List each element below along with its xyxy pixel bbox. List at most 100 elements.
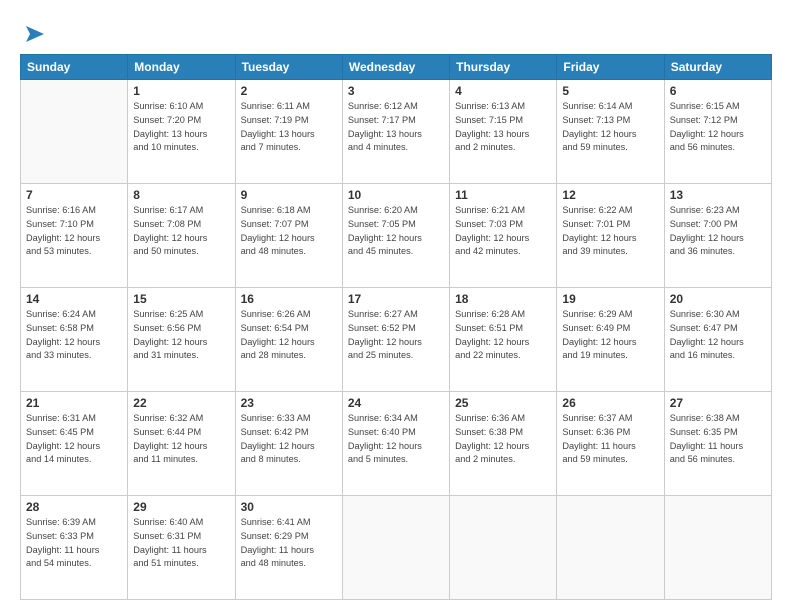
calendar-cell: 3 Sunrise: 6:12 AMSunset: 7:17 PMDaylight… <box>342 80 449 184</box>
calendar-cell <box>21 80 128 184</box>
day-number: 21 <box>26 396 122 410</box>
day-number: 24 <box>348 396 444 410</box>
calendar-cell: 7 Sunrise: 6:16 AMSunset: 7:10 PMDaylight… <box>21 184 128 288</box>
day-number: 16 <box>241 292 337 306</box>
calendar-week-row: 1 Sunrise: 6:10 AMSunset: 7:20 PMDaylight… <box>21 80 772 184</box>
calendar-cell: 11 Sunrise: 6:21 AMSunset: 7:03 PMDayligh… <box>450 184 557 288</box>
day-info: Sunrise: 6:26 AMSunset: 6:54 PMDaylight:… <box>241 308 337 363</box>
day-number: 7 <box>26 188 122 202</box>
calendar-cell: 18 Sunrise: 6:28 AMSunset: 6:51 PMDayligh… <box>450 288 557 392</box>
day-info: Sunrise: 6:13 AMSunset: 7:15 PMDaylight:… <box>455 100 551 155</box>
day-number: 26 <box>562 396 658 410</box>
calendar-cell: 8 Sunrise: 6:17 AMSunset: 7:08 PMDaylight… <box>128 184 235 288</box>
day-number: 29 <box>133 500 229 514</box>
day-info: Sunrise: 6:20 AMSunset: 7:05 PMDaylight:… <box>348 204 444 259</box>
calendar-cell <box>664 496 771 600</box>
calendar-cell: 1 Sunrise: 6:10 AMSunset: 7:20 PMDaylight… <box>128 80 235 184</box>
day-info: Sunrise: 6:10 AMSunset: 7:20 PMDaylight:… <box>133 100 229 155</box>
day-number: 25 <box>455 396 551 410</box>
day-info: Sunrise: 6:25 AMSunset: 6:56 PMDaylight:… <box>133 308 229 363</box>
day-info: Sunrise: 6:22 AMSunset: 7:01 PMDaylight:… <box>562 204 658 259</box>
day-number: 1 <box>133 84 229 98</box>
calendar-cell: 22 Sunrise: 6:32 AMSunset: 6:44 PMDayligh… <box>128 392 235 496</box>
weekday-header: Sunday <box>21 55 128 80</box>
day-number: 23 <box>241 396 337 410</box>
day-number: 13 <box>670 188 766 202</box>
day-number: 11 <box>455 188 551 202</box>
calendar-cell: 17Sunrise: 6:27 AMSunset: 6:52 PMDayligh… <box>342 288 449 392</box>
calendar-cell: 30 Sunrise: 6:41 AMSunset: 6:29 PMDayligh… <box>235 496 342 600</box>
calendar-cell: 21 Sunrise: 6:31 AMSunset: 6:45 PMDayligh… <box>21 392 128 496</box>
day-info: Sunrise: 6:15 AMSunset: 7:12 PMDaylight:… <box>670 100 766 155</box>
weekday-header: Wednesday <box>342 55 449 80</box>
day-number: 6 <box>670 84 766 98</box>
weekday-header: Tuesday <box>235 55 342 80</box>
day-info: Sunrise: 6:32 AMSunset: 6:44 PMDaylight:… <box>133 412 229 467</box>
calendar-week-row: 14Sunrise: 6:24 AMSunset: 6:58 PMDayligh… <box>21 288 772 392</box>
calendar-page: SundayMondayTuesdayWednesdayThursdayFrid… <box>0 0 792 612</box>
day-info: Sunrise: 6:28 AMSunset: 6:51 PMDaylight:… <box>455 308 551 363</box>
calendar-cell: 6 Sunrise: 6:15 AMSunset: 7:12 PMDaylight… <box>664 80 771 184</box>
day-info: Sunrise: 6:30 AMSunset: 6:47 PMDaylight:… <box>670 308 766 363</box>
day-info: Sunrise: 6:37 AMSunset: 6:36 PMDaylight:… <box>562 412 658 467</box>
day-info: Sunrise: 6:18 AMSunset: 7:07 PMDaylight:… <box>241 204 337 259</box>
day-number: 28 <box>26 500 122 514</box>
calendar-cell: 10 Sunrise: 6:20 AMSunset: 7:05 PMDayligh… <box>342 184 449 288</box>
weekday-header: Thursday <box>450 55 557 80</box>
day-info: Sunrise: 6:36 AMSunset: 6:38 PMDaylight:… <box>455 412 551 467</box>
calendar-header-row: SundayMondayTuesdayWednesdayThursdayFrid… <box>21 55 772 80</box>
calendar-cell: 29Sunrise: 6:40 AMSunset: 6:31 PMDayligh… <box>128 496 235 600</box>
calendar-cell: 20 Sunrise: 6:30 AMSunset: 6:47 PMDayligh… <box>664 288 771 392</box>
day-number: 12 <box>562 188 658 202</box>
calendar-cell: 15Sunrise: 6:25 AMSunset: 6:56 PMDayligh… <box>128 288 235 392</box>
calendar-cell: 26 Sunrise: 6:37 AMSunset: 6:36 PMDayligh… <box>557 392 664 496</box>
day-number: 10 <box>348 188 444 202</box>
calendar-cell <box>557 496 664 600</box>
day-info: Sunrise: 6:38 AMSunset: 6:35 PMDaylight:… <box>670 412 766 467</box>
calendar-cell: 24 Sunrise: 6:34 AMSunset: 6:40 PMDayligh… <box>342 392 449 496</box>
calendar-cell: 12 Sunrise: 6:22 AMSunset: 7:01 PMDayligh… <box>557 184 664 288</box>
day-info: Sunrise: 6:41 AMSunset: 6:29 PMDaylight:… <box>241 516 337 571</box>
day-number: 14 <box>26 292 122 306</box>
day-number: 9 <box>241 188 337 202</box>
calendar-cell: 19 Sunrise: 6:29 AMSunset: 6:49 PMDayligh… <box>557 288 664 392</box>
day-info: Sunrise: 6:34 AMSunset: 6:40 PMDaylight:… <box>348 412 444 467</box>
day-number: 4 <box>455 84 551 98</box>
day-info: Sunrise: 6:12 AMSunset: 7:17 PMDaylight:… <box>348 100 444 155</box>
calendar-week-row: 28 Sunrise: 6:39 AMSunset: 6:33 PMDayligh… <box>21 496 772 600</box>
day-info: Sunrise: 6:14 AMSunset: 7:13 PMDaylight:… <box>562 100 658 155</box>
weekday-header: Friday <box>557 55 664 80</box>
calendar-table: SundayMondayTuesdayWednesdayThursdayFrid… <box>20 54 772 600</box>
day-number: 30 <box>241 500 337 514</box>
day-number: 2 <box>241 84 337 98</box>
day-number: 19 <box>562 292 658 306</box>
calendar-cell: 2 Sunrise: 6:11 AMSunset: 7:19 PMDaylight… <box>235 80 342 184</box>
weekday-header: Monday <box>128 55 235 80</box>
day-info: Sunrise: 6:11 AMSunset: 7:19 PMDaylight:… <box>241 100 337 155</box>
day-number: 20 <box>670 292 766 306</box>
calendar-cell: 14Sunrise: 6:24 AMSunset: 6:58 PMDayligh… <box>21 288 128 392</box>
logo <box>20 20 50 48</box>
calendar-week-row: 21 Sunrise: 6:31 AMSunset: 6:45 PMDayligh… <box>21 392 772 496</box>
header-area <box>20 16 772 48</box>
day-number: 3 <box>348 84 444 98</box>
day-number: 22 <box>133 396 229 410</box>
day-info: Sunrise: 6:17 AMSunset: 7:08 PMDaylight:… <box>133 204 229 259</box>
calendar-cell: 28 Sunrise: 6:39 AMSunset: 6:33 PMDayligh… <box>21 496 128 600</box>
day-info: Sunrise: 6:31 AMSunset: 6:45 PMDaylight:… <box>26 412 122 467</box>
day-number: 27 <box>670 396 766 410</box>
weekday-header: Saturday <box>664 55 771 80</box>
day-info: Sunrise: 6:23 AMSunset: 7:00 PMDaylight:… <box>670 204 766 259</box>
day-info: Sunrise: 6:39 AMSunset: 6:33 PMDaylight:… <box>26 516 122 571</box>
day-number: 18 <box>455 292 551 306</box>
calendar-cell: 16 Sunrise: 6:26 AMSunset: 6:54 PMDayligh… <box>235 288 342 392</box>
day-info: Sunrise: 6:21 AMSunset: 7:03 PMDaylight:… <box>455 204 551 259</box>
logo-icon <box>22 20 50 48</box>
calendar-cell <box>450 496 557 600</box>
day-number: 8 <box>133 188 229 202</box>
day-info: Sunrise: 6:29 AMSunset: 6:49 PMDaylight:… <box>562 308 658 363</box>
calendar-cell: 13 Sunrise: 6:23 AMSunset: 7:00 PMDayligh… <box>664 184 771 288</box>
day-info: Sunrise: 6:27 AMSunset: 6:52 PMDaylight:… <box>348 308 444 363</box>
calendar-week-row: 7 Sunrise: 6:16 AMSunset: 7:10 PMDaylight… <box>21 184 772 288</box>
day-info: Sunrise: 6:16 AMSunset: 7:10 PMDaylight:… <box>26 204 122 259</box>
